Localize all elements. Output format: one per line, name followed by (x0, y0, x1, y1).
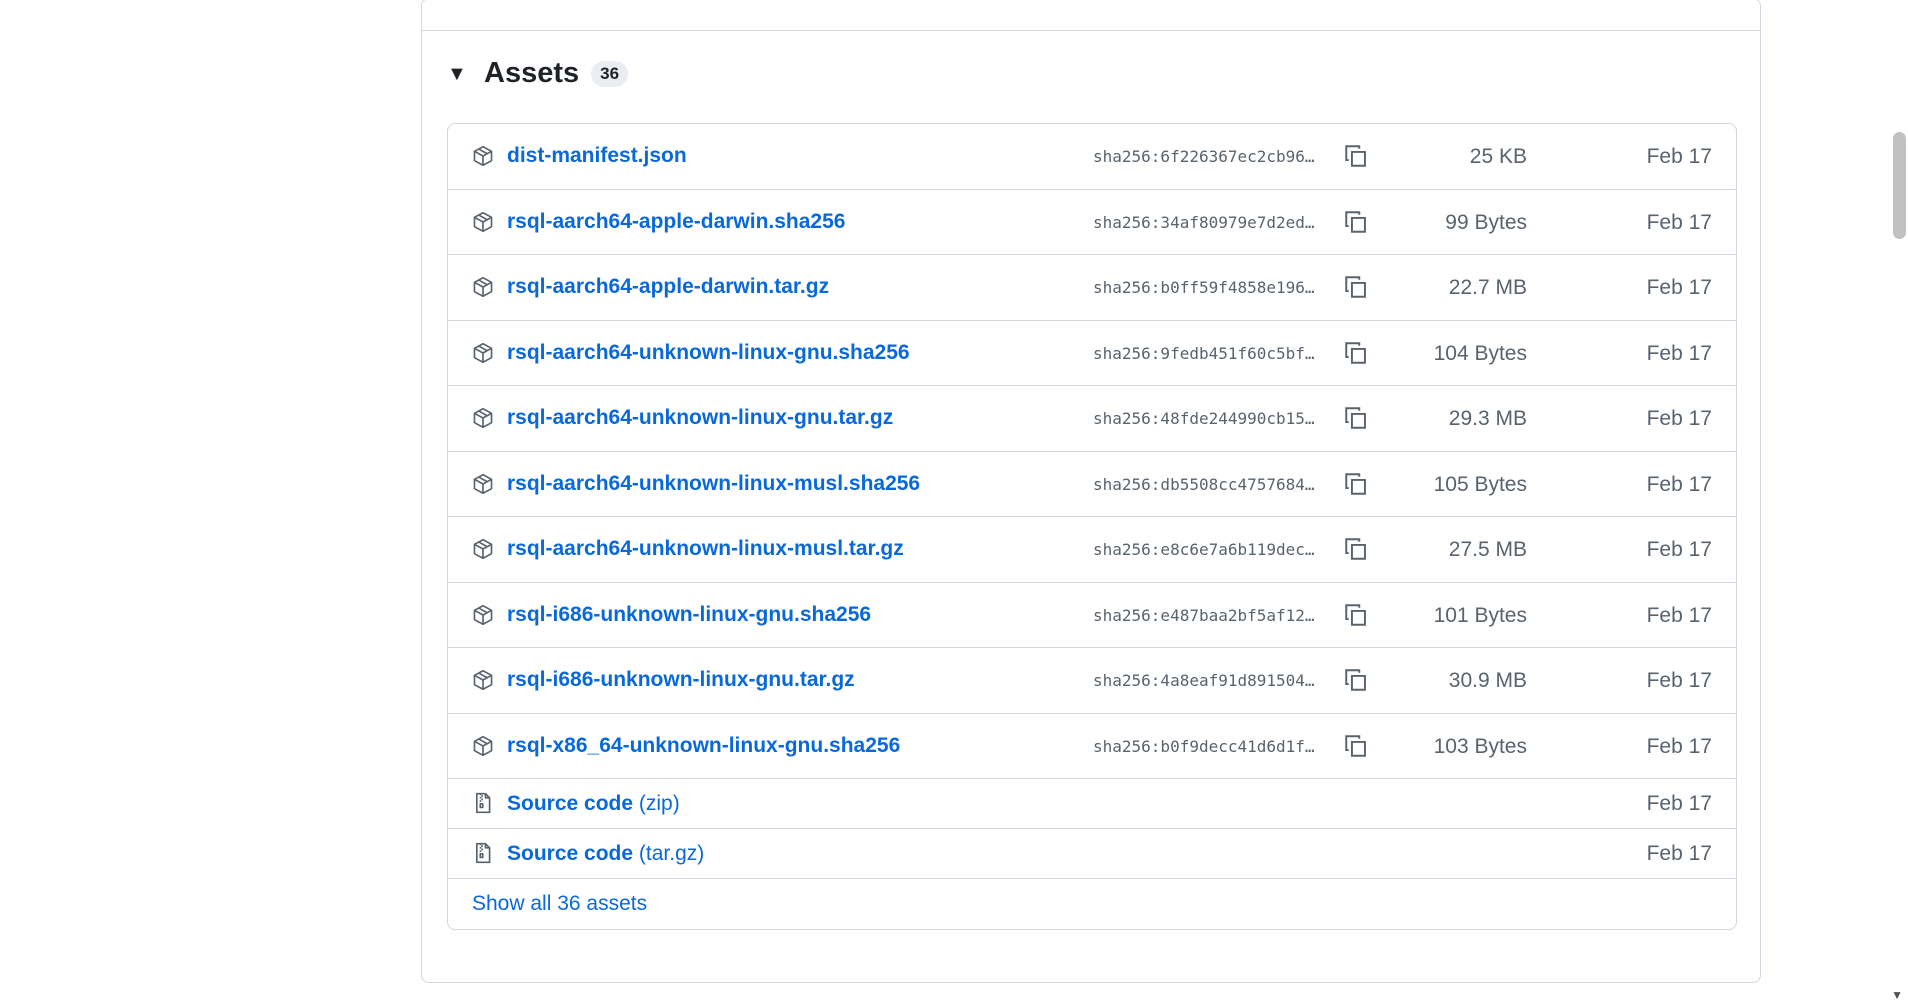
asset-sha: sha256:4a8eaf91d891504… (1093, 671, 1315, 690)
copy-icon[interactable] (1343, 274, 1369, 300)
assets-header[interactable]: ▼ Assets 36 (447, 57, 629, 90)
source-row: Source code (zip) Feb 17 (448, 779, 1736, 829)
copy-icon[interactable] (1343, 536, 1369, 562)
asset-row: dist-manifest.json sha256:6f226367ec2cb9… (448, 124, 1736, 190)
asset-date: Feb 17 (1646, 669, 1712, 692)
asset-date: Feb 17 (1646, 210, 1712, 234)
asset-size: 103 Bytes (1433, 734, 1527, 758)
source-date: Feb 17 (1646, 842, 1712, 865)
asset-row: rsql-aarch64-unknown-linux-gnu.sha256 sh… (448, 321, 1736, 386)
asset-link[interactable]: rsql-aarch64-apple-darwin.sha256 (507, 210, 845, 234)
package-icon (473, 538, 493, 560)
asset-link[interactable]: dist-manifest.json (507, 144, 687, 168)
copy-icon[interactable] (1343, 340, 1369, 366)
package-icon (473, 211, 493, 232)
copy-icon[interactable] (1343, 209, 1369, 235)
asset-sha: sha256:e487baa2bf5af12… (1093, 605, 1315, 625)
asset-link[interactable]: rsql-i686-unknown-linux-gnu.tar.gz (507, 668, 855, 692)
copy-icon[interactable] (1343, 143, 1369, 169)
asset-date: Feb 17 (1646, 145, 1712, 168)
asset-row: rsql-i686-unknown-linux-gnu.tar.gz sha25… (448, 648, 1736, 714)
copy-icon[interactable] (1343, 471, 1369, 497)
asset-link[interactable]: rsql-aarch64-apple-darwin.tar.gz (507, 275, 829, 299)
asset-date: Feb 17 (1646, 407, 1712, 430)
asset-sha: sha256:b0ff59f4858e196… (1093, 278, 1315, 297)
source-suffix: (tar.gz) (638, 842, 705, 865)
file-zip-icon (475, 842, 491, 864)
asset-link[interactable]: rsql-aarch64-unknown-linux-musl.tar.gz (507, 537, 904, 561)
asset-size: 30.9 MB (1448, 669, 1527, 692)
source-label: Source code (507, 842, 634, 865)
asset-size: 101 Bytes (1433, 603, 1527, 627)
file-zip-icon (475, 792, 491, 814)
package-icon (473, 735, 493, 756)
asset-link[interactable]: rsql-x86_64-unknown-linux-gnu.sha256 (507, 734, 900, 758)
copy-icon[interactable] (1343, 602, 1369, 628)
asset-date: Feb 17 (1646, 734, 1712, 758)
asset-sha: sha256:34af80979e7d2ed… (1093, 212, 1315, 232)
asset-size: 27.5 MB (1448, 538, 1527, 561)
package-icon (473, 407, 493, 429)
asset-link[interactable]: rsql-aarch64-unknown-linux-gnu.sha256 (507, 341, 910, 365)
divider (422, 30, 1760, 31)
asset-sha: sha256:b0f9decc41d6d1f… (1093, 736, 1315, 756)
assets-title: Assets (484, 57, 580, 89)
triangle-down-icon[interactable]: ▼ (447, 64, 467, 84)
scrollbar-thumb[interactable] (1893, 132, 1906, 239)
asset-row: rsql-aarch64-apple-darwin.tar.gz sha256:… (448, 255, 1736, 321)
asset-date: Feb 17 (1646, 472, 1712, 496)
source-date: Feb 17 (1646, 792, 1712, 815)
asset-row: rsql-i686-unknown-linux-gnu.sha256 sha25… (448, 583, 1736, 648)
asset-link[interactable]: rsql-aarch64-unknown-linux-musl.sha256 (507, 472, 920, 496)
asset-size: 104 Bytes (1433, 341, 1527, 365)
asset-row: rsql-aarch64-unknown-linux-musl.sha256 s… (448, 452, 1736, 517)
package-icon (473, 145, 493, 167)
asset-sha: sha256:e8c6e7a6b119dec… (1093, 540, 1315, 559)
assets-count-badge: 36 (591, 60, 629, 87)
asset-size: 99 Bytes (1445, 210, 1527, 234)
asset-date: Feb 17 (1646, 341, 1712, 365)
asset-row: rsql-aarch64-apple-darwin.sha256 sha256:… (448, 190, 1736, 255)
asset-size: 25 KB (1469, 145, 1527, 168)
source-row: Source code (tar.gz) Feb 17 (448, 829, 1736, 879)
package-icon (473, 604, 493, 625)
source-label: Source code (507, 792, 634, 815)
package-icon (473, 669, 493, 691)
asset-sha: sha256:db5508cc4757684… (1093, 474, 1315, 494)
asset-link[interactable]: rsql-aarch64-unknown-linux-gnu.tar.gz (507, 406, 893, 430)
copy-icon[interactable] (1343, 405, 1369, 431)
asset-date: Feb 17 (1646, 276, 1712, 299)
source-zip-link[interactable]: Source code (zip) (507, 792, 680, 816)
copy-icon[interactable] (1343, 733, 1369, 759)
package-icon (473, 473, 493, 494)
asset-link[interactable]: rsql-i686-unknown-linux-gnu.sha256 (507, 603, 871, 627)
asset-sha: sha256:9fedb451f60c5bf… (1093, 343, 1315, 363)
assets-list: dist-manifest.json sha256:6f226367ec2cb9… (447, 123, 1737, 930)
asset-row: rsql-aarch64-unknown-linux-gnu.tar.gz sh… (448, 386, 1736, 452)
copy-icon[interactable] (1343, 667, 1369, 693)
release-card: ▼ Assets 36 dist-manifest.json sha256:6f… (421, 0, 1761, 983)
show-all-row: Show all 36 assets (448, 879, 1736, 929)
asset-size: 29.3 MB (1448, 407, 1527, 430)
asset-size: 22.7 MB (1448, 276, 1527, 299)
asset-row: rsql-x86_64-unknown-linux-gnu.sha256 sha… (448, 714, 1736, 779)
asset-sha: sha256:48fde244990cb15… (1093, 409, 1315, 428)
source-suffix: (zip) (638, 792, 680, 815)
show-all-assets-link[interactable]: Show all 36 assets (472, 892, 647, 916)
asset-date: Feb 17 (1646, 538, 1712, 561)
asset-size: 105 Bytes (1433, 472, 1527, 496)
scroll-down-arrow-icon[interactable]: ▼ (1891, 988, 1903, 1002)
package-icon (473, 276, 493, 298)
asset-date: Feb 17 (1646, 603, 1712, 627)
scrollbar[interactable]: ▼ (1888, 0, 1908, 1002)
package-icon (473, 342, 493, 363)
asset-row: rsql-aarch64-unknown-linux-musl.tar.gz s… (448, 517, 1736, 583)
asset-sha: sha256:6f226367ec2cb96… (1093, 147, 1315, 166)
source-targz-link[interactable]: Source code (tar.gz) (507, 842, 704, 866)
